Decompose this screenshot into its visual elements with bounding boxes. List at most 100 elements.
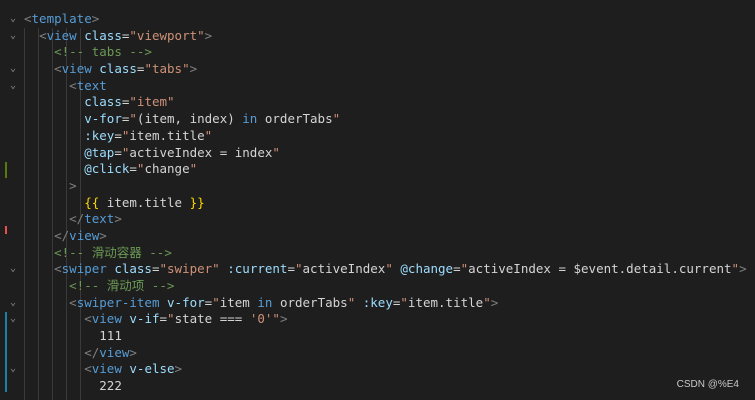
code-line[interactable]: 222 [24, 378, 755, 395]
code-token-plain: activeIndex = index [129, 144, 273, 160]
code-token-attr: :key [84, 127, 115, 143]
code-token-string: " [332, 111, 341, 127]
fold-chevron-down-icon[interactable]: ⌄ [10, 311, 20, 328]
code-token-tag: view [91, 311, 122, 327]
code-line[interactable]: {{ item.title }} [24, 195, 755, 212]
code-editor[interactable]: ⌄ <template> ⌄ <view class="viewport"> <!-… [10, 11, 755, 400]
fold-chevron-down-icon[interactable]: ⌄ [10, 295, 20, 312]
code-token-tag: view [99, 344, 130, 360]
code-token-punct: < [84, 311, 92, 327]
code-token-plain: item.title [99, 194, 190, 210]
code-token-comment: <!-- tabs --> [54, 44, 152, 60]
code-line[interactable]: ⌄ <view v-if="state === '0'"> [10, 311, 755, 328]
code-line[interactable]: 111 [24, 328, 755, 345]
code-token-tag: view [91, 361, 122, 377]
code-token-plain: = [159, 311, 168, 327]
code-token-string: "viewport" [129, 27, 205, 43]
code-token-punct: </ [69, 211, 85, 227]
code-line[interactable]: ⌄ <view class="tabs"> [10, 61, 755, 78]
watermark: CSDN @%E4 [676, 379, 739, 390]
code-token-punct: > [99, 227, 107, 243]
code-token-string: " [129, 111, 137, 127]
fold-chevron-down-icon[interactable]: ⌄ [10, 28, 20, 45]
code-token-punct: < [39, 27, 47, 43]
fold-chevron-down-icon[interactable]: ⌄ [10, 361, 20, 378]
code-line[interactable]: </view> [24, 228, 755, 245]
code-token-string: "item" [129, 94, 175, 110]
code-token-string: " [212, 294, 220, 310]
code-token-punct: > [114, 211, 122, 227]
code-line[interactable]: ⌄ <view v-else> [10, 361, 755, 378]
code-line[interactable]: :key="item.title" [24, 128, 755, 145]
code-token-string: " [204, 127, 213, 143]
code-token-punct: > [279, 311, 288, 327]
code-token-tag: view [46, 27, 77, 43]
code-token-plain: = [114, 144, 122, 160]
code-line[interactable]: <!-- 滑动容器 --> [24, 245, 755, 262]
code-token-punct: < [69, 77, 77, 93]
code-token-string: "tabs" [144, 61, 190, 77]
code-token-plain: item.title [129, 127, 205, 143]
code-line[interactable]: ⌄ <text [10, 77, 755, 95]
code-token-punct: > [69, 177, 77, 193]
fold-chevron-down-icon[interactable]: ⌄ [10, 11, 20, 28]
code-token-plain: item.title [407, 294, 484, 310]
code-line[interactable]: > [24, 178, 755, 195]
code-token-tag: swiper-item [76, 294, 160, 310]
code-token-tag: text [84, 211, 115, 227]
code-token-string: " [385, 261, 393, 277]
code-token-punct: < [84, 361, 92, 377]
code-line[interactable]: </text> [24, 211, 755, 228]
code-token-attr: v-else [129, 361, 175, 377]
code-token-punct: < [24, 11, 32, 26]
code-token-plain: change [144, 161, 190, 177]
code-line[interactable]: class="item" [24, 94, 755, 111]
code-line[interactable]: </view> [24, 345, 755, 362]
code-token-attr: v-for [84, 111, 122, 127]
code-token-string: " [272, 311, 280, 327]
code-line[interactable]: v-for="(item, index) in orderTabs" [24, 111, 755, 128]
code-token-plain: item [219, 294, 258, 310]
code-line[interactable]: <!-- 滑动项 --> [24, 278, 755, 295]
code-token-attr: @change [400, 261, 454, 277]
code-token-attr: class [114, 261, 152, 277]
code-line[interactable]: ⌄ <swiper class="swiper" :current="activ… [10, 261, 755, 278]
code-token-plain: 222 [99, 378, 122, 394]
code-token-attr: @tap [84, 144, 115, 160]
code-line[interactable]: @click="change" [24, 161, 755, 178]
code-token-tag: swiper [61, 261, 107, 277]
fold-chevron-down-icon[interactable]: ⌄ [10, 261, 20, 278]
code-line[interactable]: <!-- tabs --> [24, 44, 755, 61]
fold-chevron-down-icon[interactable]: ⌄ [10, 61, 20, 78]
fold-chevron-down-icon[interactable]: ⌄ [10, 78, 20, 95]
code-token-punct: < [69, 294, 77, 310]
modified-line-marker [5, 162, 7, 178]
code-token-string: " [189, 161, 198, 177]
code-token-interp: }} [189, 194, 205, 210]
code-token-plain: activeIndex [302, 261, 386, 277]
code-token-attr: @click [84, 161, 130, 177]
code-token-punct: </ [54, 227, 70, 243]
code-line[interactable]: ⌄ <swiper-item v-for="item in orderTabs"… [10, 294, 755, 312]
code-line[interactable]: ⌄ <view class="viewport"> [10, 27, 755, 45]
code-line[interactable]: ⌄ <template> [10, 11, 755, 28]
editor-gutter [0, 0, 22, 400]
code-line[interactable]: @tap="activeIndex = index" [24, 145, 755, 162]
code-token-string: " [295, 261, 303, 277]
code-token-string: '0' [249, 311, 273, 327]
code-token-string: " [460, 261, 469, 277]
code-token-comment: <!-- 滑动容器 --> [54, 244, 172, 260]
code-token-attr: class [84, 94, 122, 110]
